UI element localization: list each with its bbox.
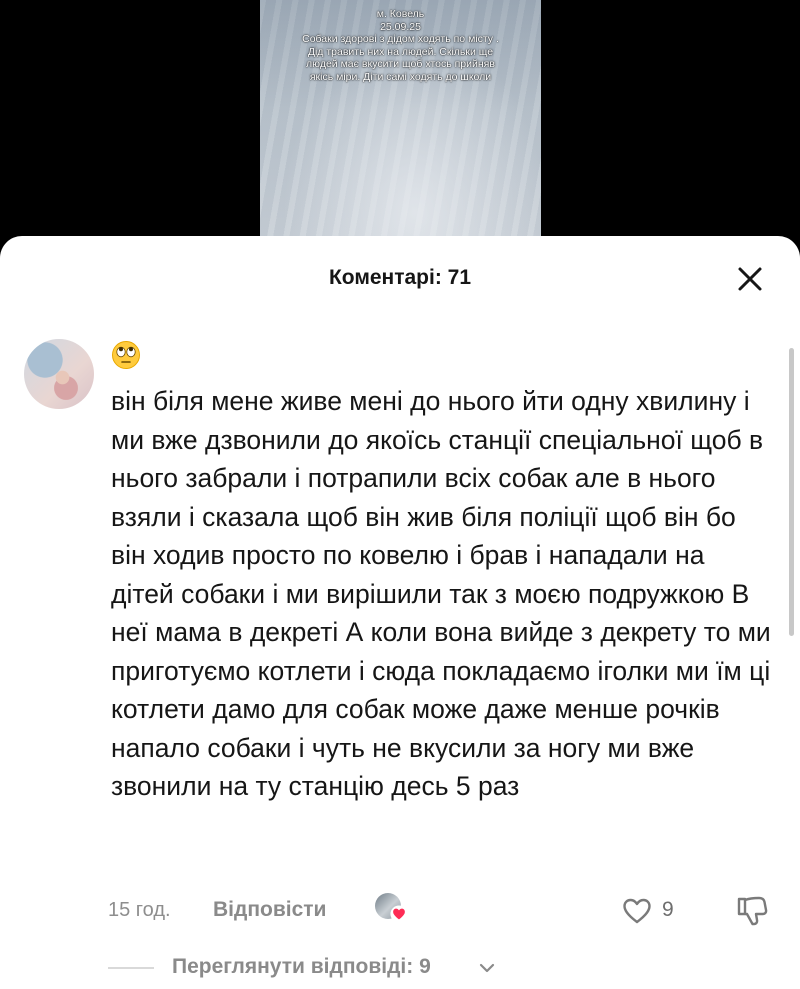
comment-actions: 15 год. Відповісти 9 xyxy=(108,893,788,928)
avatar[interactable] xyxy=(24,339,94,409)
dislike-button[interactable] xyxy=(735,894,771,928)
close-icon xyxy=(738,267,762,291)
eye-roll-icon xyxy=(112,341,140,369)
caption-line: м. Ковель xyxy=(376,8,425,20)
view-replies-button[interactable]: Переглянути відповіді: 9 xyxy=(108,953,608,983)
reply-button[interactable]: Відповісти xyxy=(213,898,326,922)
divider xyxy=(108,967,154,969)
video-preview[interactable]: м. Ковель 25.09.25 Собаки здорові з дідо… xyxy=(260,0,541,250)
caption-line: якісь міри. Діти самі ходять до школи xyxy=(309,70,492,83)
heart-icon xyxy=(390,905,408,923)
caption-line: людей має вкусити щоб хтось прийняв xyxy=(306,58,495,70)
scrollbar[interactable] xyxy=(789,348,794,636)
caption-line: Собаки здорові з дідом ходять по місту . xyxy=(302,33,499,45)
like-button[interactable] xyxy=(621,896,653,926)
like-count: 9 xyxy=(662,898,674,921)
comments-title: Коментарі: 71 xyxy=(328,266,472,289)
comments-sheet: Коментарі: 71 він біля мене живе мені до… xyxy=(0,236,800,989)
caption-line: Дід травить них на людей. Скільки ще xyxy=(307,45,494,58)
chevron-down-icon xyxy=(479,963,495,973)
caption-line: 25.09.25 xyxy=(380,20,421,33)
heart-outline-icon xyxy=(623,898,651,924)
view-replies-label: Переглянути відповіді: 9 xyxy=(172,955,431,978)
comment-text: він біля мене живе мені до нього йти одн… xyxy=(111,386,771,801)
creator-liked-badge xyxy=(373,893,409,927)
close-button[interactable] xyxy=(735,264,765,294)
thumbs-down-icon xyxy=(737,896,768,926)
eye-roll-emoji xyxy=(111,340,141,370)
comment-timestamp: 15 год. xyxy=(108,899,171,921)
video-caption: м. Ковель 25.09.25 Собаки здорові з дідо… xyxy=(266,8,535,83)
